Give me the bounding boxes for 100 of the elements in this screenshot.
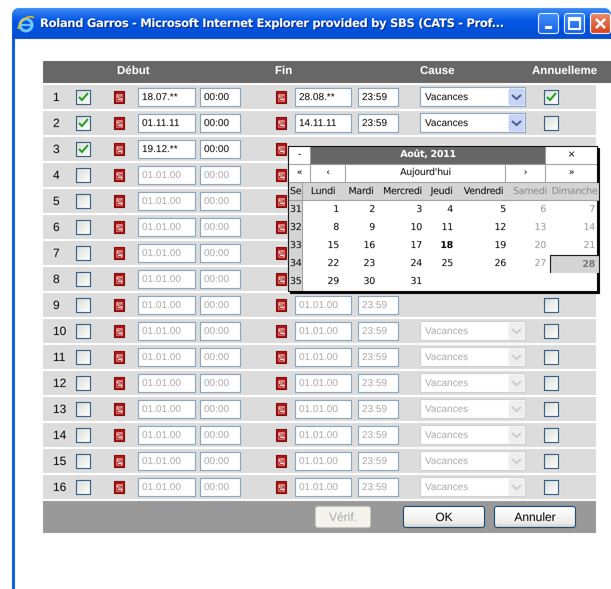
calendar-icon[interactable] <box>114 402 124 416</box>
calendar-icon[interactable] <box>114 324 124 338</box>
calendar-day[interactable]: 5 <box>457 201 510 219</box>
calendar-day[interactable]: 2 <box>343 201 379 219</box>
nav-button[interactable]: › <box>506 165 546 182</box>
row-number: 1 <box>52 89 61 106</box>
cause-dropdown[interactable]: Vacances <box>420 113 526 133</box>
dialog-button[interactable]: Annuler <box>494 506 576 528</box>
calendar-day[interactable]: 6 <box>510 201 550 219</box>
nav-button[interactable]: Aujourd'hui <box>346 165 506 182</box>
calendar-icon[interactable] <box>276 168 287 182</box>
calendar-icon[interactable] <box>114 376 124 390</box>
calendar-icon[interactable] <box>114 90 124 104</box>
calendar-icon[interactable] <box>276 298 287 312</box>
row-number: 10 <box>52 323 68 340</box>
calendar-day[interactable]: 15 <box>303 237 343 255</box>
date-field[interactable]: 14.11.11 <box>295 114 352 132</box>
calendar-icon[interactable] <box>276 324 287 338</box>
checkbox[interactable] <box>544 90 559 104</box>
calendar-icon[interactable] <box>114 142 124 156</box>
calendar-day[interactable]: 11 <box>426 219 457 237</box>
time-field[interactable]: 23:59 <box>358 114 399 132</box>
nav-button[interactable]: ‹ <box>311 165 346 182</box>
calendar-icon[interactable] <box>276 376 287 390</box>
calendar-day[interactable]: 29 <box>303 273 343 291</box>
calendar-day[interactable]: 28 <box>550 255 599 273</box>
calendar-day[interactable]: 12 <box>457 219 510 237</box>
calendar-day[interactable]: 19 <box>457 237 510 255</box>
calendar-day[interactable]: 14 <box>550 219 599 237</box>
checkbox[interactable] <box>76 90 91 104</box>
calendar-icon[interactable] <box>114 168 124 182</box>
calendar-day[interactable]: 1 <box>303 201 343 219</box>
row-number: 13 <box>52 401 68 418</box>
calendar-icon[interactable] <box>276 90 287 104</box>
calendar-icon[interactable] <box>114 298 124 312</box>
calendar-day[interactable]: 9 <box>343 219 379 237</box>
calendar-icon[interactable] <box>114 116 124 130</box>
checkbox[interactable] <box>76 116 91 130</box>
calendar-day[interactable]: 20 <box>510 237 550 255</box>
calendar-day[interactable]: 22 <box>303 255 343 273</box>
time-field[interactable]: 00:00 <box>200 140 241 158</box>
time-field[interactable]: 00:00 <box>200 88 241 106</box>
calendar-day[interactable]: 16 <box>343 237 379 255</box>
week-header: Se <box>289 183 303 201</box>
minimize-button[interactable] <box>538 13 559 34</box>
window-title: Roland Garros - Microsoft Internet Explorer provided by SBS (CATS - Prof... <box>40 14 504 32</box>
calendar-day[interactable]: 26 <box>457 255 510 273</box>
calendar-day[interactable]: 8 <box>303 219 343 237</box>
calendar-icon[interactable] <box>276 272 287 286</box>
calendar-day[interactable]: 7 <box>550 201 599 219</box>
close-button[interactable] <box>590 13 611 34</box>
calendar-icon[interactable] <box>114 246 124 260</box>
calendar-icon[interactable] <box>114 454 124 468</box>
calendar-day[interactable]: 24 <box>379 255 426 273</box>
calendar-icon[interactable] <box>276 116 287 130</box>
nav-button[interactable]: » <box>546 165 597 182</box>
row-number: 4 <box>52 167 61 184</box>
maximize-button[interactable] <box>564 13 585 34</box>
calendar-icon[interactable] <box>276 246 287 260</box>
calendar-day[interactable]: 30 <box>343 273 379 291</box>
calendar-icon[interactable] <box>114 480 124 494</box>
close-button[interactable]: × <box>546 147 597 164</box>
calendar-day[interactable]: 18 <box>426 237 457 255</box>
time-field[interactable]: 00:00 <box>200 114 241 132</box>
calendar-icon[interactable] <box>114 428 124 442</box>
calendar-day[interactable]: 10 <box>379 219 426 237</box>
column-header: Annuelleme <box>532 64 598 80</box>
calendar-icon[interactable] <box>276 142 287 156</box>
row-number: 3 <box>52 141 61 158</box>
date-field[interactable]: 19.12.** <box>138 140 196 158</box>
time-field[interactable]: 23:59 <box>358 88 399 106</box>
date-field[interactable]: 18.07.** <box>138 88 196 106</box>
calendar-day[interactable]: 21 <box>550 237 599 255</box>
calendar-day[interactable]: 23 <box>343 255 379 273</box>
nav-button[interactable]: « <box>289 165 311 182</box>
calendar-icon[interactable] <box>276 428 287 442</box>
calendar-icon[interactable] <box>276 402 287 416</box>
calendar-day[interactable]: 13 <box>510 219 550 237</box>
calendar-icon[interactable] <box>276 220 287 234</box>
checkbox[interactable] <box>544 116 559 130</box>
calendar-icon[interactable] <box>114 350 124 364</box>
calendar-day[interactable]: 25 <box>426 255 457 273</box>
calendar-icon[interactable] <box>114 220 124 234</box>
calendar-icon[interactable] <box>114 194 124 208</box>
date-field[interactable]: 01.11.11 <box>138 114 196 132</box>
row-number: 12 <box>52 375 68 392</box>
calendar-icon[interactable] <box>276 194 287 208</box>
calendar-day[interactable]: 27 <box>510 255 550 273</box>
calendar-icon[interactable] <box>276 454 287 468</box>
date-field[interactable]: 28.08.** <box>295 88 352 106</box>
calendar-day[interactable]: 17 <box>379 237 426 255</box>
calendar-icon[interactable] <box>276 480 287 494</box>
calendar-day[interactable]: 31 <box>379 273 426 291</box>
checkbox[interactable] <box>76 142 91 156</box>
calendar-icon[interactable] <box>276 350 287 364</box>
cause-dropdown[interactable]: Vacances <box>420 87 526 107</box>
dialog-button[interactable]: OK <box>403 506 485 528</box>
calendar-day[interactable]: 4 <box>426 201 457 219</box>
calendar-icon[interactable] <box>114 272 124 286</box>
calendar-day[interactable]: 3 <box>379 201 426 219</box>
